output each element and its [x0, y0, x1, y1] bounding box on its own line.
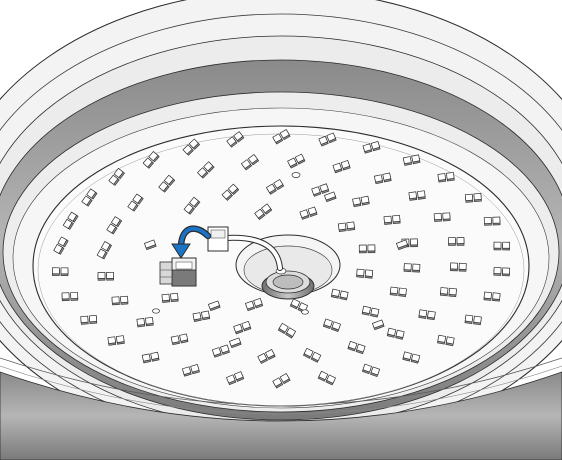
plug-connector-icon [207, 226, 229, 252]
connector-socket [159, 257, 197, 287]
lamp-diagram [0, 0, 562, 460]
led-ceiling-lamp-illustration [0, 0, 562, 460]
